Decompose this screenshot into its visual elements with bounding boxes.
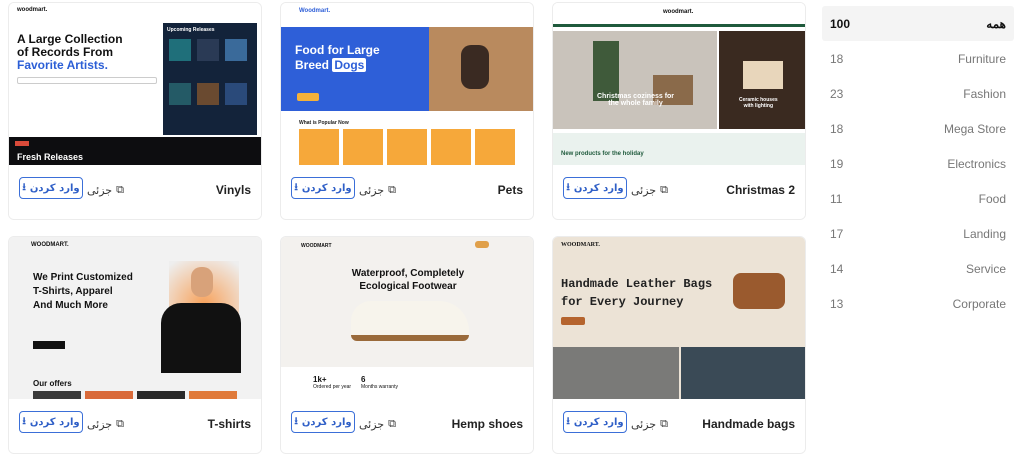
import-button[interactable]: ⭳ وارد کردن (291, 177, 355, 199)
banner-large: Christmas coziness for the whole family (553, 31, 717, 129)
category-fashion[interactable]: 23 Fashion (822, 76, 1014, 111)
demo-card-christmas: woodmart. Christmas coziness for the who… (552, 2, 806, 220)
category-label: Furniture (957, 51, 1006, 66)
preview-logo: WOODMART. (31, 242, 69, 248)
external-link-icon: ⧉ (660, 417, 668, 430)
download-icon: ⭳ (566, 415, 570, 427)
category-label: Electronics (947, 156, 1006, 171)
category-mega-store[interactable]: 18 Mega Store (822, 111, 1014, 146)
demo-card-pets: Woodmart. Food for Large Breed Dogs What… (280, 2, 534, 220)
category-count: 100 (830, 16, 851, 31)
category-food[interactable]: 11 Food (822, 181, 1014, 216)
category-count: 23 (830, 86, 844, 101)
section-title: What is Popular Now (299, 120, 349, 126)
import-button[interactable]: ⭳ وارد کردن (563, 177, 627, 199)
bag-image (733, 273, 785, 309)
preview-logo: WOODMART (301, 243, 332, 249)
demo-card-vinyls: woodmart. A Large Collection of Records … (8, 2, 262, 220)
demo-card-hemp-shoes: WOODMART Waterproof, Completely Ecologic… (280, 236, 534, 454)
category-count: 18 (830, 121, 844, 136)
detail-link[interactable]: جزئی ⧉ (359, 183, 396, 197)
stat-orders: 1k+ Ordered per year (313, 375, 352, 390)
stat-warranty: 6 Months warranty (361, 375, 398, 390)
card-preview[interactable]: woodmart. A Large Collection of Records … (9, 3, 261, 168)
category-label: Food (978, 191, 1006, 206)
top-bar: woodmart. (553, 3, 805, 27)
detail-link[interactable]: جزئی ⧉ (87, 183, 124, 197)
category-label: Landing (963, 226, 1006, 241)
preview-search (17, 77, 157, 84)
preview-logo: WOODMART. (561, 242, 600, 248)
detail-link[interactable]: جزئی ⧉ (359, 417, 396, 431)
category-furniture[interactable]: 18 Furniture (822, 41, 1014, 76)
category-count: 17 (830, 226, 844, 241)
preview-logo: Woodmart. (299, 8, 331, 14)
import-button[interactable]: ⭳ وارد کردن (563, 411, 627, 433)
preview-headline: A Large Collection of Records From Favor… (17, 32, 123, 72)
category-count: 19 (830, 156, 844, 171)
download-icon: ⭳ (294, 415, 298, 427)
import-button[interactable]: ⭳ وارد کردن (291, 411, 355, 433)
upcoming-panel: Upcoming Releases (163, 23, 257, 135)
detail-link[interactable]: جزئی ⧉ (631, 417, 668, 431)
preview-headline: Waterproof, Completely Ecological Footwe… (351, 268, 465, 292)
category-label: همه (986, 16, 1006, 31)
category-landing[interactable]: 17 Landing (822, 216, 1014, 251)
demo-title: Handmade bags (702, 417, 795, 431)
external-link-icon: ⧉ (388, 183, 396, 196)
section-title: Our offers (33, 379, 72, 388)
category-all[interactable]: 100 همه (822, 6, 1014, 41)
category-electronics[interactable]: 19 Electronics (822, 146, 1014, 181)
external-link-icon: ⧉ (116, 417, 124, 430)
demo-card-tshirts: WOODMART. We Print Customized T-Shirts, … (8, 236, 262, 454)
category-count: 11 (830, 191, 843, 206)
category-label: Fashion (963, 86, 1006, 101)
download-icon: ⭳ (566, 181, 570, 193)
download-icon: ⭳ (22, 415, 26, 427)
external-link-icon: ⧉ (660, 183, 668, 196)
category-label: Mega Store (943, 121, 1006, 136)
category-count: 14 (830, 261, 844, 276)
download-icon: ⭳ (22, 181, 26, 193)
preview-logo: woodmart. (17, 7, 48, 13)
preview-headline: We Print Customized T-Shirts, Apparel An… (33, 272, 133, 311)
demo-title: Hemp shoes (451, 417, 523, 431)
category-corporate[interactable]: 13 Corporate (822, 286, 1014, 321)
banner-small: Ceramic houses with lighting (719, 31, 805, 129)
demo-title: Christmas 2 (726, 183, 795, 197)
detail-link[interactable]: جزئی ⧉ (631, 183, 668, 197)
category-count: 13 (830, 296, 844, 311)
category-label: Service (965, 261, 1006, 276)
card-preview[interactable]: woodmart. Christmas coziness for the who… (553, 3, 805, 168)
download-icon: ⭳ (294, 181, 298, 193)
demo-title: Vinyls (215, 183, 251, 197)
hero-banner: Food for Large Breed Dogs (281, 27, 533, 111)
category-count: 18 (830, 51, 844, 66)
card-preview[interactable]: WOODMART Waterproof, Completely Ecologic… (281, 237, 533, 402)
import-button[interactable]: ⭳ وارد کردن (19, 177, 83, 199)
fresh-releases-strip: Fresh Releases (9, 137, 261, 168)
card-preview[interactable]: Woodmart. Food for Large Breed Dogs What… (281, 3, 533, 168)
external-link-icon: ⧉ (388, 417, 396, 430)
category-filter: 100 همه 18 Furniture 23 Fashion 18 Mega … (822, 6, 1014, 321)
demo-title: Pets (497, 183, 523, 197)
category-label: Corporate (952, 296, 1006, 311)
detail-link[interactable]: جزئی ⧉ (87, 417, 124, 431)
import-button[interactable]: ⭳ وارد کردن (19, 411, 83, 433)
card-preview[interactable]: WOODMART. We Print Customized T-Shirts, … (9, 237, 261, 402)
demo-title: T-shirts (207, 417, 251, 431)
shoe-image (351, 301, 469, 341)
external-link-icon: ⧉ (116, 183, 124, 196)
holiday-section: New products for the holiday (553, 133, 805, 168)
demo-card-handmade-bags: WOODMART. Handmade Leather Bags for Ever… (552, 236, 806, 454)
category-service[interactable]: 14 Service (822, 251, 1014, 286)
card-preview[interactable]: WOODMART. Handmade Leather Bags for Ever… (553, 237, 805, 402)
preview-headline: Handmade Leather Bags for Every Journey (561, 277, 713, 309)
